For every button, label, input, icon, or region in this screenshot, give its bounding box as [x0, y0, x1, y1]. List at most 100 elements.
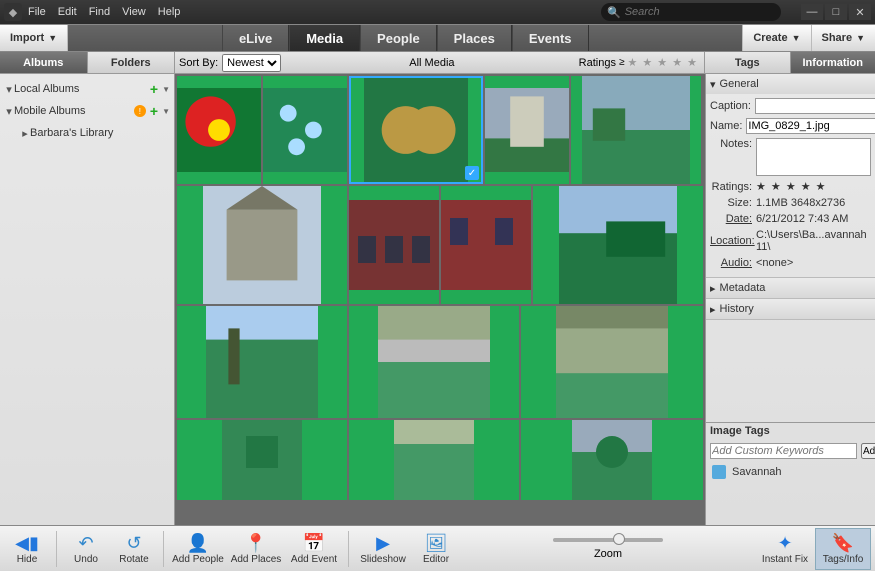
menu-edit[interactable]: Edit	[58, 6, 77, 18]
search-input[interactable]	[625, 6, 775, 18]
chevron-down-icon[interactable]: ▼	[162, 85, 170, 94]
thumbnail[interactable]	[177, 186, 347, 304]
tab-people[interactable]: People	[360, 25, 437, 51]
subtab-albums[interactable]: Albums	[0, 52, 88, 73]
calendar-icon: 📅	[303, 532, 325, 554]
media-grid[interactable]: ✓	[175, 74, 705, 525]
sortby-select[interactable]: Newest	[222, 54, 281, 72]
thumbnail-selected[interactable]: ✓	[349, 76, 483, 184]
thumbnail[interactable]	[521, 306, 703, 418]
thumbnail[interactable]	[441, 186, 531, 304]
audio-label[interactable]: Audio:	[710, 257, 752, 269]
main-toolbar: Import▼ eLive Media People Places Events…	[0, 24, 875, 52]
mobile-album-item[interactable]: ▸ Barbara's Library	[2, 122, 172, 144]
twisty-icon[interactable]: ▾	[4, 83, 14, 96]
zoom-knob[interactable]	[613, 533, 625, 545]
name-label: Name:	[710, 120, 742, 132]
search-box[interactable]: 🔍	[601, 3, 781, 21]
thumbnail[interactable]	[349, 306, 519, 418]
ratings-filter-stars[interactable]: ★ ★ ★ ★ ★	[627, 56, 698, 69]
menu-file[interactable]: File	[28, 6, 46, 18]
rotate-icon: ↺	[126, 532, 141, 554]
tags-info-button[interactable]: 🔖Tags/Info	[815, 528, 871, 570]
main-menu: File Edit Find View Help	[28, 6, 180, 18]
ratings-stars[interactable]: ★ ★ ★ ★ ★	[756, 180, 871, 193]
general-header[interactable]: ▾General	[706, 74, 875, 94]
add-people-button[interactable]: 👤Add People	[170, 528, 226, 570]
menu-help[interactable]: Help	[158, 6, 181, 18]
sub-toolbar: Albums Folders Sort By: Newest All Media…	[0, 52, 875, 74]
image-tags-title: Image Tags	[706, 423, 875, 441]
import-button[interactable]: Import▼	[0, 25, 68, 51]
subtab-tags[interactable]: Tags	[705, 52, 791, 73]
add-local-album-icon[interactable]: +	[146, 81, 162, 97]
person-icon: 👤	[187, 532, 209, 554]
rotate-button[interactable]: ↺Rotate	[111, 528, 157, 570]
chevron-down-icon: ▼	[48, 33, 57, 43]
minimize-button[interactable]: —	[801, 4, 823, 20]
ratings-op[interactable]: ≥	[619, 57, 625, 68]
chevron-down-icon[interactable]: ▼	[162, 107, 170, 116]
history-header[interactable]: ▸History	[706, 299, 875, 319]
notes-input[interactable]	[756, 138, 871, 176]
caption-label: Caption:	[710, 100, 751, 112]
tag-item[interactable]: Savannah	[706, 461, 875, 483]
thumbnail[interactable]	[349, 186, 439, 304]
thumbnail[interactable]	[521, 420, 703, 500]
instant-fix-button[interactable]: ✦Instant Fix	[757, 528, 813, 570]
undo-button[interactable]: ↶Undo	[63, 528, 109, 570]
add-event-button[interactable]: 📅Add Event	[286, 528, 342, 570]
general-section: ▾General Caption: Name: Notes: Ratings:★…	[706, 74, 875, 278]
twisty-icon[interactable]: ▸	[20, 127, 30, 140]
menu-view[interactable]: View	[122, 6, 146, 18]
location-label[interactable]: Location:	[710, 235, 752, 247]
hide-panel-button[interactable]: ◀▮Hide	[4, 528, 50, 570]
tab-elive[interactable]: eLive	[222, 25, 289, 51]
thumbnail[interactable]	[571, 76, 701, 184]
add-keyword-input[interactable]	[710, 443, 857, 459]
thumbnail[interactable]	[177, 420, 347, 500]
menu-find[interactable]: Find	[89, 6, 110, 18]
size-label: Size:	[710, 197, 752, 209]
main-content: ▾ Local Albums + ▼ ▾ Mobile Albums ! + ▼…	[0, 74, 875, 525]
name-input[interactable]	[746, 118, 875, 134]
tab-places[interactable]: Places	[437, 25, 512, 51]
thumbnail[interactable]	[177, 306, 347, 418]
slideshow-button[interactable]: ▶Slideshow	[355, 528, 411, 570]
thumbnail[interactable]	[533, 186, 703, 304]
tab-events[interactable]: Events	[512, 25, 589, 51]
twisty-icon[interactable]: ▾	[4, 105, 14, 118]
pin-icon: 📍	[245, 532, 267, 554]
share-button[interactable]: Share▼	[811, 25, 875, 51]
undo-icon: ↶	[78, 532, 93, 554]
create-button[interactable]: Create▼	[742, 25, 810, 51]
twisty-icon: ▸	[710, 303, 716, 316]
view-tabs: eLive Media People Places Events	[68, 25, 742, 51]
subtab-folders[interactable]: Folders	[88, 52, 176, 73]
tab-media[interactable]: Media	[289, 25, 360, 51]
app-logo-icon: ◆	[4, 3, 22, 21]
date-label[interactable]: Date:	[710, 213, 752, 225]
editor-button[interactable]: 🖼Editor	[413, 528, 459, 570]
mobile-albums-header[interactable]: ▾ Mobile Albums ! + ▼	[2, 100, 172, 122]
caption-input[interactable]	[755, 98, 875, 114]
add-mobile-album-icon[interactable]: +	[146, 103, 162, 119]
thumbnail[interactable]	[177, 76, 261, 184]
mobile-album-label: Barbara's Library	[30, 127, 170, 139]
thumbnail[interactable]	[349, 420, 519, 500]
add-places-button[interactable]: 📍Add Places	[228, 528, 284, 570]
zoom-slider[interactable]: Zoom	[548, 538, 668, 560]
ratings-filter-label: Ratings	[579, 57, 616, 69]
thumbnail[interactable]	[263, 76, 347, 184]
add-keyword-button[interactable]: Add	[861, 443, 875, 459]
subtab-information[interactable]: Information	[791, 52, 875, 73]
thumbnail[interactable]	[485, 76, 569, 184]
metadata-header[interactable]: ▸Metadata	[706, 278, 875, 298]
local-albums-header[interactable]: ▾ Local Albums + ▼	[2, 78, 172, 100]
chevron-down-icon: ▼	[856, 33, 865, 43]
checkmark-icon: ✓	[465, 166, 479, 180]
image-tags-panel: Image Tags Add Savannah	[706, 422, 875, 525]
close-button[interactable]: ✕	[849, 4, 871, 20]
mobile-albums-label: Mobile Albums	[14, 105, 134, 117]
maximize-button[interactable]: □	[825, 4, 847, 20]
